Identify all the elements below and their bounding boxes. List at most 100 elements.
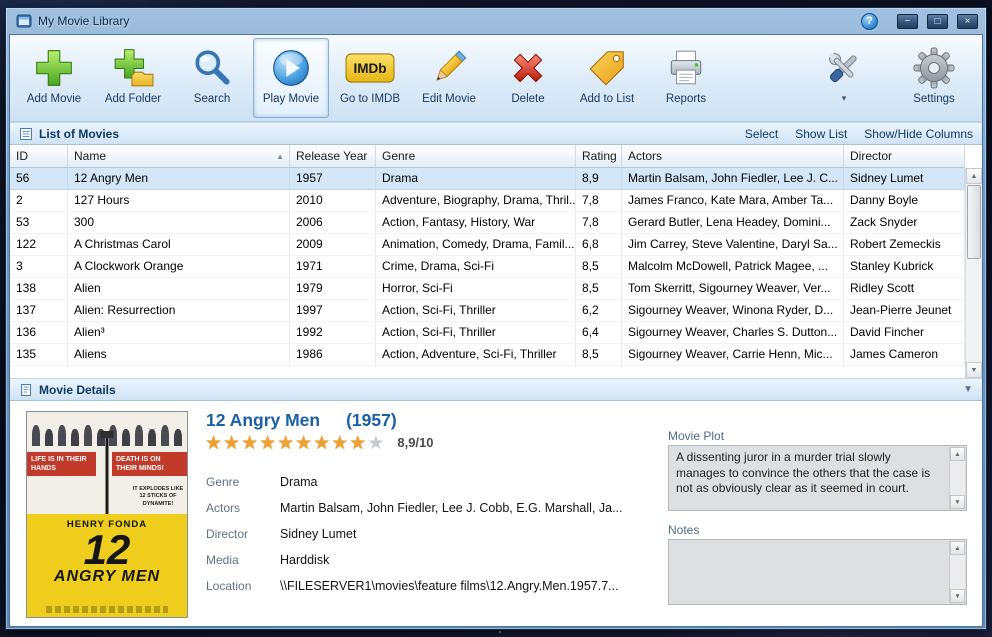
show-hide-columns-link[interactable]: Show/Hide Columns [864,127,973,141]
table-row[interactable]: 135 Aliens 1986 Action, Adventure, Sci-F… [10,344,965,366]
column-header-rating[interactable]: Rating [576,145,622,168]
cell-genre: Animation, Comedy, Drama, Famil... [376,234,576,256]
cell-director: Jean-Pierre Jeunet [844,300,965,322]
add-folder-button[interactable]: Add Folder [95,38,171,118]
cell-director: Ridley Scott [844,278,965,300]
poster-tagline-right: DEATH IS ON THEIR MINDS! [112,452,187,477]
select-link[interactable]: Select [745,127,778,141]
cell-actors: Gerard Butler, Lena Headey, Domini... [622,212,844,234]
column-header-id[interactable]: ID [10,145,68,168]
empty-stars[interactable]: ★ [367,433,385,454]
maximize-button[interactable]: □ [927,13,948,29]
minimize-button[interactable]: − [897,13,918,29]
scroll-up-button[interactable]: ▲ [966,168,982,184]
delete-button[interactable]: Delete [490,38,566,118]
table-row[interactable]: 122 A Christmas Carol 2009 Animation, Co… [10,234,965,256]
star-rating[interactable]: ★★★★★★★★★★ 8,9/10 [205,432,434,455]
cell-year: 1957 [290,168,376,190]
scroll-up-button[interactable]: ▲ [950,541,965,555]
notes-box[interactable]: ▲ ▼ [668,539,967,605]
imdb-icon: IMDb [345,43,395,93]
reports-button[interactable]: Reports [648,38,724,118]
filled-stars[interactable]: ★★★★★★★★★ [205,433,367,454]
main-toolbar: Add Movie Add Folder Search Play Movie I… [10,35,982,122]
window-title: My Movie Library [38,14,130,28]
table-row[interactable]: 137 Alien: Resurrection 1997 Action, Sci… [10,300,965,322]
close-button[interactable]: × [957,13,978,29]
detail-row-actors: Actors Martin Balsam, John Fiedler, Lee … [206,495,656,521]
list-scrollbar[interactable]: ▲ ▼ [965,168,982,378]
field-value: Drama [280,475,318,489]
settings-button[interactable]: Settings [901,38,967,118]
movie-details-panel: LIFE IS IN THEIR HANDS DEATH IS ON THEIR… [10,401,982,626]
column-header-release-year[interactable]: Release Year [290,145,376,168]
scroll-down-button[interactable]: ▼ [966,362,982,378]
edit-movie-button[interactable]: Edit Movie [411,38,487,118]
cell-rating: 6,4 [576,322,622,344]
movie-title-text: 12 Angry Men [206,410,321,430]
cell-genre: Crime, Drama, Sci-Fi [376,256,576,278]
cell-year: 1979 [290,278,376,300]
table-row[interactable]: 53 300 2006 Action, Fantasy, History, Wa… [10,212,965,234]
movie-year: (1957) [346,410,397,430]
cell-director: Zack Snyder [844,212,965,234]
field-label: Location [206,579,252,593]
plot-scrollbar[interactable]: ▲ ▼ [949,447,965,509]
toolbar-button-label: Add to List [579,93,635,105]
notes-scrollbar[interactable]: ▲ ▼ [949,541,965,603]
column-header-director[interactable]: Director [844,145,965,168]
play-icon [270,43,312,93]
movie-plot-box[interactable]: A dissenting juror in a murder trial slo… [668,445,967,511]
tools-dropdown-button[interactable]: ▾ [812,38,876,118]
table-row[interactable]: 136 Alien³ 1992 Action, Sci-Fi, Thriller… [10,322,965,344]
cell-id: 3 [10,256,68,278]
table-row[interactable]: 3 A Clockwork Orange 1971 Crime, Drama, … [10,256,965,278]
toolbar-button-label: Settings [913,93,955,105]
cell-actors: James Franco, Kate Mara, Amber Ta... [622,190,844,212]
cell-genre: Adventure, Biography, Drama, Thril... [376,190,576,212]
cell-rating: 8,5 [576,278,622,300]
chevron-down-icon: ▾ [841,93,847,103]
table-row[interactable]: 56 12 Angry Men 1957 Drama 8,9 Martin Ba… [10,168,965,190]
cell-actors: Sigourney Weaver, Winona Ryder, D... [622,300,844,322]
toolbar-button-label: Delete [511,93,545,105]
play-movie-button[interactable]: Play Movie [253,38,329,118]
scrollbar-thumb[interactable] [967,185,981,259]
column-header-name[interactable]: Name ▲ [68,145,290,168]
cell-id: 122 [10,234,68,256]
delete-x-icon [507,43,549,93]
cell-year: 1997 [290,300,376,322]
cell-id: 56 [10,168,68,190]
cell-id: 136 [10,322,68,344]
column-header-genre[interactable]: Genre [376,145,576,168]
movie-title: 12 Angry Men (1957) [206,410,397,431]
list-section-header: List of Movies Select Show List Show/Hid… [10,122,982,145]
collapse-panel-icon[interactable]: ▼ [963,384,973,395]
field-label: Genre [206,475,240,489]
add-movie-button[interactable]: Add Movie [16,38,92,118]
show-list-link[interactable]: Show List [795,127,847,141]
cell-id: 137 [10,300,68,322]
table-row[interactable]: 138 Alien 1979 Horror, Sci-Fi 8,5 Tom Sk… [10,278,965,300]
scroll-down-button[interactable]: ▼ [950,589,965,603]
scroll-down-button[interactable]: ▼ [950,495,965,509]
column-header-actors[interactable]: Actors [622,145,844,168]
cell-rating: 8,5 [576,256,622,278]
toolbar-button-label: Reports [665,93,707,105]
table-row[interactable]: 2 127 Hours 2010 Adventure, Biography, D… [10,190,965,212]
table-header-row: ID Name ▲ Release Year Genre Rating Actor… [10,145,965,168]
scroll-up-button[interactable]: ▲ [950,447,965,461]
add-to-list-button[interactable]: Add to List [569,38,645,118]
title-bar[interactable]: My Movie Library ? − □ × [9,8,983,34]
details-section-title: Movie Details [39,382,116,397]
field-value: Sidney Lumet [280,527,357,541]
help-button[interactable]: ? [861,12,878,30]
app-window: My Movie Library ? − □ × Add Movie Add F… [5,7,987,630]
add-movie-icon [33,43,75,93]
search-button[interactable]: Search [174,38,250,118]
go-to-imdb-button[interactable]: IMDb Go to IMDB [332,38,408,118]
field-label: Actors [206,501,241,515]
detail-row-genre: Genre Drama [206,469,656,495]
cell-genre: Action, Sci-Fi, Thriller [376,322,576,344]
field-value: \\FILESERVER1\movies\feature films\12.An… [280,579,619,593]
